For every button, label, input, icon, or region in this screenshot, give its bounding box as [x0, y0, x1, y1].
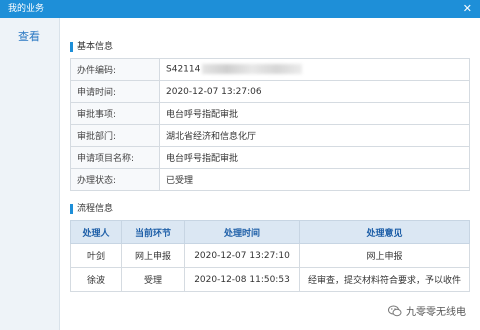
cell-handler: 徐波 — [70, 267, 122, 292]
value-case-code: S42114 — [159, 58, 470, 81]
label-approval-dept: 审批部门: — [70, 124, 160, 147]
cell-stage: 受理 — [121, 267, 185, 292]
col-header-time: 处理时间 — [184, 220, 300, 244]
close-icon[interactable]: ✕ — [463, 0, 472, 18]
value-project-name: 电台呼号指配审批 — [159, 146, 470, 169]
value-approval-item: 电台呼号指配审批 — [159, 102, 470, 125]
watermark: 九零零无线电 — [388, 303, 466, 318]
label-case-code: 办件编码: — [70, 58, 160, 81]
col-header-handler: 处理人 — [70, 220, 122, 244]
label-apply-time: 申请时间: — [70, 80, 160, 103]
table-row: 叶剑 网上申报 2020-12-07 13:27:10 网上申报 — [70, 243, 470, 268]
value-approval-dept: 湖北省经济和信息化厅 — [159, 124, 470, 147]
label-approval-item: 审批事项: — [70, 102, 160, 125]
watermark-text: 九零零无线电 — [406, 307, 466, 318]
table-row: 办件编码: S42114 — [70, 58, 470, 81]
label-status: 办理状态: — [70, 168, 160, 191]
title-bar: 我的业务 ✕ — [0, 0, 480, 18]
label-project-name: 申请项目名称: — [70, 146, 160, 169]
cell-opinion: 网上申报 — [299, 243, 470, 268]
cell-handler: 叶剑 — [70, 243, 122, 268]
value-apply-time: 2020-12-07 13:27:06 — [159, 80, 470, 103]
cell-time: 2020-12-07 13:27:10 — [184, 243, 300, 268]
section-title-process: 流程信息 — [70, 204, 113, 214]
sidebar: 查看 — [0, 18, 60, 330]
cell-time: 2020-12-08 11:50:53 — [184, 267, 300, 292]
value-status: 已受理 — [159, 168, 470, 191]
col-header-stage: 当前环节 — [121, 220, 185, 244]
table-row: 办理状态: 已受理 — [70, 168, 470, 191]
window-title: 我的业务 — [8, 4, 45, 14]
col-header-opinion: 处理意见 — [299, 220, 470, 244]
table-row: 审批事项: 电台呼号指配审批 — [70, 102, 470, 125]
table-row: 徐波 受理 2020-12-08 11:50:53 经审查，提交材料符合要求，予… — [70, 267, 470, 292]
section-title-basic: 基本信息 — [70, 42, 113, 52]
basic-info-table: 办件编码: S42114 申请时间: 2020-12-07 13:27:06 审… — [70, 58, 470, 191]
table-header-row: 处理人 当前环节 处理时间 处理意见 — [70, 220, 470, 244]
table-row: 审批部门: 湖北省经济和信息化厅 — [70, 124, 470, 147]
cell-opinion: 经审查，提交材料符合要求，予以收件 — [299, 267, 470, 292]
wechat-icon — [388, 305, 402, 317]
redacted-mask — [202, 64, 303, 75]
table-row: 申请项目名称: 电台呼号指配审批 — [70, 146, 470, 169]
cell-stage: 网上申报 — [121, 243, 185, 268]
process-table: 处理人 当前环节 处理时间 处理意见 叶剑 网上申报 2020-12-07 13… — [70, 220, 470, 292]
sidebar-item-view[interactable]: 查看 — [18, 28, 59, 44]
table-row: 申请时间: 2020-12-07 13:27:06 — [70, 80, 470, 103]
